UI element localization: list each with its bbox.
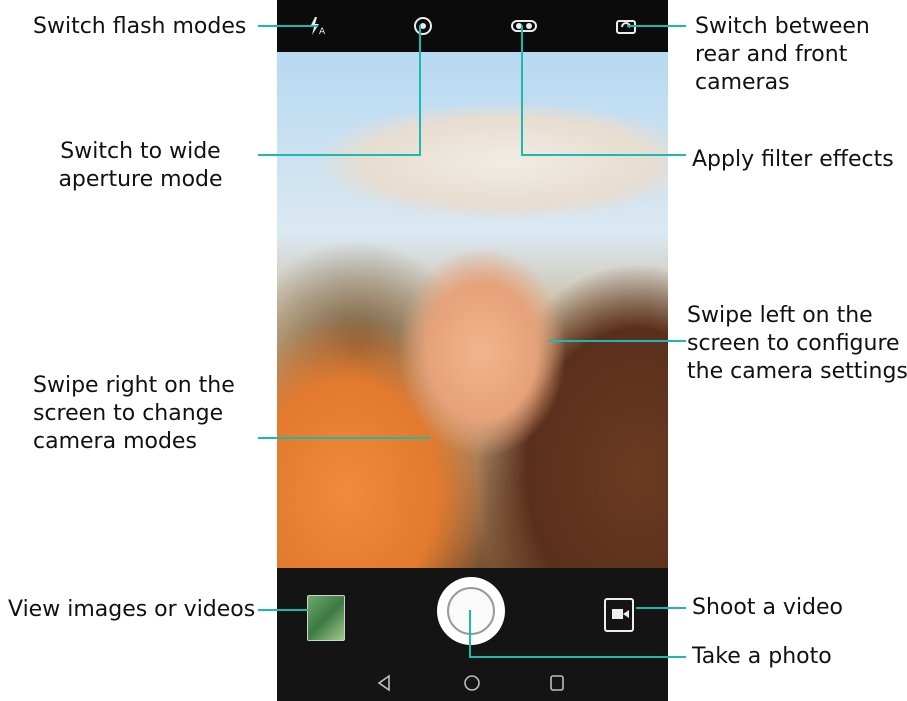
- label-switch-camera: Switch between rear and front cameras: [695, 13, 870, 97]
- home-circle-icon[interactable]: [463, 674, 481, 692]
- video-camera-lens-icon: [623, 610, 629, 618]
- camera-viewfinder[interactable]: [277, 52, 668, 608]
- camera-top-bar: A: [277, 0, 668, 52]
- label-aperture-line2: aperture mode: [58, 167, 223, 192]
- shutter-button[interactable]: [439, 579, 503, 643]
- video-record-button[interactable]: [604, 598, 634, 632]
- callout-line-photo: [471, 656, 686, 658]
- back-triangle-icon[interactable]: [375, 674, 393, 692]
- shutter-icon: [447, 587, 495, 635]
- label-filter: Apply filter effects: [692, 147, 894, 172]
- callout-line-flash: [258, 25, 318, 27]
- label-flash: Switch flash modes: [33, 14, 247, 39]
- label-swipe-left-line2: screen to configure: [687, 331, 900, 356]
- label-aperture: Switch to wide aperture mode: [28, 138, 253, 194]
- label-swipe-left-line1: Swipe left on the: [687, 303, 873, 328]
- label-photo: Take a photo: [692, 644, 832, 669]
- camera-screen[interactable]: A: [277, 0, 668, 701]
- callout-line-swipe-left: [549, 340, 686, 342]
- label-gallery: View images or videos: [8, 597, 256, 622]
- filter-icon[interactable]: [510, 16, 538, 36]
- aperture-icon[interactable]: [412, 16, 434, 36]
- label-aperture-line1: Switch to wide: [60, 139, 221, 164]
- label-swipe-right-line3: camera modes: [33, 429, 197, 454]
- callout-line-filter-v: [521, 25, 523, 156]
- video-camera-icon: [612, 609, 623, 619]
- callout-line-video: [636, 607, 686, 609]
- callout-line-aperture: [258, 154, 421, 156]
- gallery-thumbnail[interactable]: [307, 595, 345, 641]
- svg-text:A: A: [319, 27, 326, 36]
- label-switch-camera-line1: Switch between: [695, 14, 870, 39]
- label-swipe-left-line3: the camera settings: [687, 359, 907, 384]
- label-switch-camera-line3: cameras: [695, 70, 790, 95]
- callout-line-photo-v: [469, 610, 471, 658]
- recent-square-icon[interactable]: [548, 674, 566, 692]
- camera-bottom-bar: [277, 568, 668, 701]
- label-switch-camera-line2: rear and front: [695, 42, 848, 67]
- callout-line-gallery: [258, 609, 308, 611]
- callout-line-swipe-right: [258, 437, 430, 439]
- label-swipe-right-line1: Swipe right on the: [33, 373, 235, 398]
- callout-line-aperture-v: [419, 25, 421, 156]
- label-swipe-right-line2: screen to change: [33, 401, 224, 426]
- label-video: Shoot a video: [692, 595, 844, 620]
- label-swipe-left: Swipe left on the screen to configure th…: [687, 302, 907, 386]
- callout-line-switch-camera: [627, 25, 686, 27]
- label-swipe-right: Swipe right on the screen to change came…: [33, 372, 235, 456]
- callout-line-filter: [521, 154, 686, 156]
